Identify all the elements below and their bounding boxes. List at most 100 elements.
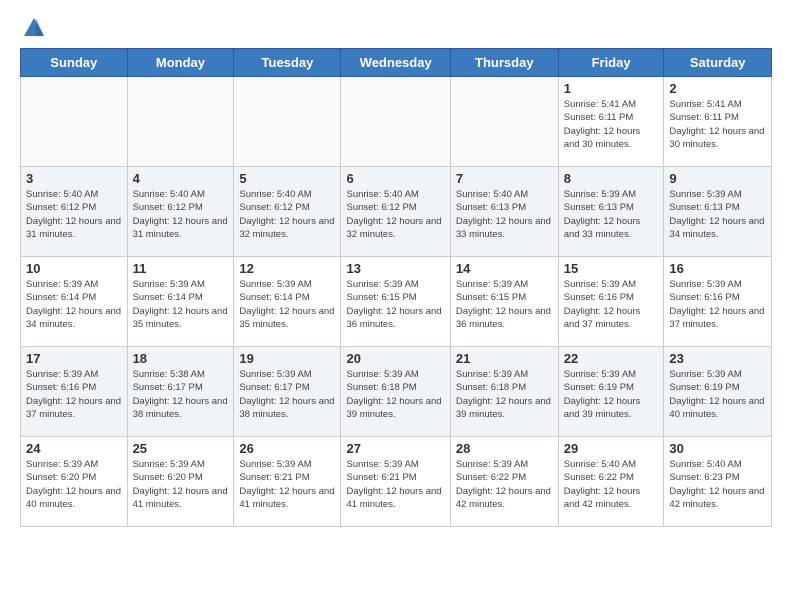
day-info: Sunrise: 5:39 AM Sunset: 6:18 PM Dayligh… <box>346 368 444 421</box>
day-cell-empty <box>127 77 234 167</box>
day-header-thursday: Thursday <box>450 49 558 77</box>
day-cell-27: 27 Sunrise: 5:39 AM Sunset: 6:21 PM Dayli… <box>341 437 450 527</box>
day-cell-21: 21 Sunrise: 5:39 AM Sunset: 6:18 PM Dayli… <box>450 347 558 437</box>
day-number: 5 <box>239 171 335 186</box>
day-info: Sunrise: 5:39 AM Sunset: 6:16 PM Dayligh… <box>564 278 659 331</box>
day-number: 24 <box>26 441 122 456</box>
week-row-1: 1 Sunrise: 5:41 AM Sunset: 6:11 PM Daylig… <box>21 77 772 167</box>
week-row-2: 3 Sunrise: 5:40 AM Sunset: 6:12 PM Daylig… <box>21 167 772 257</box>
day-number: 8 <box>564 171 659 186</box>
day-number: 20 <box>346 351 444 366</box>
day-cell-14: 14 Sunrise: 5:39 AM Sunset: 6:15 PM Dayli… <box>450 257 558 347</box>
day-info: Sunrise: 5:39 AM Sunset: 6:17 PM Dayligh… <box>239 368 335 421</box>
day-number: 2 <box>669 81 766 96</box>
day-number: 19 <box>239 351 335 366</box>
calendar: SundayMondayTuesdayWednesdayThursdayFrid… <box>20 48 772 527</box>
day-info: Sunrise: 5:39 AM Sunset: 6:14 PM Dayligh… <box>239 278 335 331</box>
day-number: 17 <box>26 351 122 366</box>
day-number: 11 <box>133 261 229 276</box>
day-number: 23 <box>669 351 766 366</box>
day-info: Sunrise: 5:39 AM Sunset: 6:21 PM Dayligh… <box>346 458 444 511</box>
day-header-monday: Monday <box>127 49 234 77</box>
day-info: Sunrise: 5:39 AM Sunset: 6:16 PM Dayligh… <box>26 368 122 421</box>
day-info: Sunrise: 5:38 AM Sunset: 6:17 PM Dayligh… <box>133 368 229 421</box>
day-info: Sunrise: 5:40 AM Sunset: 6:22 PM Dayligh… <box>564 458 659 511</box>
day-info: Sunrise: 5:39 AM Sunset: 6:14 PM Dayligh… <box>26 278 122 331</box>
day-cell-8: 8 Sunrise: 5:39 AM Sunset: 6:13 PM Daylig… <box>558 167 664 257</box>
day-cell-28: 28 Sunrise: 5:39 AM Sunset: 6:22 PM Dayli… <box>450 437 558 527</box>
day-number: 1 <box>564 81 659 96</box>
week-row-3: 10 Sunrise: 5:39 AM Sunset: 6:14 PM Dayli… <box>21 257 772 347</box>
day-cell-10: 10 Sunrise: 5:39 AM Sunset: 6:14 PM Dayli… <box>21 257 128 347</box>
day-cell-9: 9 Sunrise: 5:39 AM Sunset: 6:13 PM Daylig… <box>664 167 772 257</box>
day-cell-26: 26 Sunrise: 5:39 AM Sunset: 6:21 PM Dayli… <box>234 437 341 527</box>
day-cell-5: 5 Sunrise: 5:40 AM Sunset: 6:12 PM Daylig… <box>234 167 341 257</box>
day-number: 26 <box>239 441 335 456</box>
day-cell-24: 24 Sunrise: 5:39 AM Sunset: 6:20 PM Dayli… <box>21 437 128 527</box>
day-info: Sunrise: 5:39 AM Sunset: 6:14 PM Dayligh… <box>133 278 229 331</box>
day-header-friday: Friday <box>558 49 664 77</box>
day-info: Sunrise: 5:39 AM Sunset: 6:22 PM Dayligh… <box>456 458 553 511</box>
day-info: Sunrise: 5:39 AM Sunset: 6:15 PM Dayligh… <box>456 278 553 331</box>
day-number: 3 <box>26 171 122 186</box>
day-header-wednesday: Wednesday <box>341 49 450 77</box>
day-number: 7 <box>456 171 553 186</box>
day-cell-15: 15 Sunrise: 5:39 AM Sunset: 6:16 PM Dayli… <box>558 257 664 347</box>
day-cell-23: 23Sunrise: 5:39 AM Sunset: 6:19 PM Dayli… <box>664 347 772 437</box>
day-info: Sunrise: 5:39 AM Sunset: 6:18 PM Dayligh… <box>456 368 553 421</box>
day-number: 21 <box>456 351 553 366</box>
day-info: Sunrise: 5:39 AM Sunset: 6:19 PM Dayligh… <box>564 368 659 421</box>
day-cell-4: 4Sunrise: 5:40 AM Sunset: 6:12 PM Daylig… <box>127 167 234 257</box>
day-cell-12: 12 Sunrise: 5:39 AM Sunset: 6:14 PM Dayli… <box>234 257 341 347</box>
page-header <box>0 0 792 48</box>
day-info: Sunrise: 5:41 AM Sunset: 6:11 PM Dayligh… <box>669 98 766 151</box>
day-cell-empty <box>21 77 128 167</box>
day-info: Sunrise: 5:40 AM Sunset: 6:12 PM Dayligh… <box>239 188 335 241</box>
logo <box>20 16 46 40</box>
day-number: 15 <box>564 261 659 276</box>
day-cell-2: 2 Sunrise: 5:41 AM Sunset: 6:11 PM Daylig… <box>664 77 772 167</box>
day-number: 9 <box>669 171 766 186</box>
day-cell-1: 1 Sunrise: 5:41 AM Sunset: 6:11 PM Daylig… <box>558 77 664 167</box>
day-info: Sunrise: 5:39 AM Sunset: 6:15 PM Dayligh… <box>346 278 444 331</box>
day-number: 18 <box>133 351 229 366</box>
day-cell-11: 11 Sunrise: 5:39 AM Sunset: 6:14 PM Dayli… <box>127 257 234 347</box>
day-info: Sunrise: 5:40 AM Sunset: 6:13 PM Dayligh… <box>456 188 553 241</box>
day-info: Sunrise: 5:40 AM Sunset: 6:12 PM Dayligh… <box>133 188 229 241</box>
week-row-4: 17 Sunrise: 5:39 AM Sunset: 6:16 PM Dayli… <box>21 347 772 437</box>
day-number: 13 <box>346 261 444 276</box>
day-info: Sunrise: 5:40 AM Sunset: 6:23 PM Dayligh… <box>669 458 766 511</box>
day-cell-13: 13 Sunrise: 5:39 AM Sunset: 6:15 PM Dayli… <box>341 257 450 347</box>
day-info: Sunrise: 5:40 AM Sunset: 6:12 PM Dayligh… <box>346 188 444 241</box>
day-number: 27 <box>346 441 444 456</box>
day-info: Sunrise: 5:39 AM Sunset: 6:13 PM Dayligh… <box>564 188 659 241</box>
day-cell-empty <box>341 77 450 167</box>
day-number: 28 <box>456 441 553 456</box>
day-cell-17: 17 Sunrise: 5:39 AM Sunset: 6:16 PM Dayli… <box>21 347 128 437</box>
day-number: 14 <box>456 261 553 276</box>
day-number: 10 <box>26 261 122 276</box>
day-cell-6: 6Sunrise: 5:40 AM Sunset: 6:12 PM Daylig… <box>341 167 450 257</box>
day-number: 12 <box>239 261 335 276</box>
day-info: Sunrise: 5:39 AM Sunset: 6:20 PM Dayligh… <box>26 458 122 511</box>
day-cell-7: 7 Sunrise: 5:40 AM Sunset: 6:13 PM Daylig… <box>450 167 558 257</box>
day-cell-16: 16Sunrise: 5:39 AM Sunset: 6:16 PM Dayli… <box>664 257 772 347</box>
day-number: 29 <box>564 441 659 456</box>
day-cell-29: 29 Sunrise: 5:40 AM Sunset: 6:22 PM Dayli… <box>558 437 664 527</box>
day-info: Sunrise: 5:41 AM Sunset: 6:11 PM Dayligh… <box>564 98 659 151</box>
day-cell-20: 20 Sunrise: 5:39 AM Sunset: 6:18 PM Dayli… <box>341 347 450 437</box>
day-header-tuesday: Tuesday <box>234 49 341 77</box>
day-number: 30 <box>669 441 766 456</box>
day-info: Sunrise: 5:39 AM Sunset: 6:13 PM Dayligh… <box>669 188 766 241</box>
day-number: 25 <box>133 441 229 456</box>
day-cell-22: 22Sunrise: 5:39 AM Sunset: 6:19 PM Dayli… <box>558 347 664 437</box>
day-cell-empty <box>450 77 558 167</box>
day-cell-empty <box>234 77 341 167</box>
day-info: Sunrise: 5:39 AM Sunset: 6:21 PM Dayligh… <box>239 458 335 511</box>
day-header-saturday: Saturday <box>664 49 772 77</box>
day-cell-19: 19 Sunrise: 5:39 AM Sunset: 6:17 PM Dayli… <box>234 347 341 437</box>
day-info: Sunrise: 5:40 AM Sunset: 6:12 PM Dayligh… <box>26 188 122 241</box>
day-number: 16 <box>669 261 766 276</box>
calendar-wrapper: SundayMondayTuesdayWednesdayThursdayFrid… <box>0 48 792 537</box>
week-row-5: 24 Sunrise: 5:39 AM Sunset: 6:20 PM Dayli… <box>21 437 772 527</box>
